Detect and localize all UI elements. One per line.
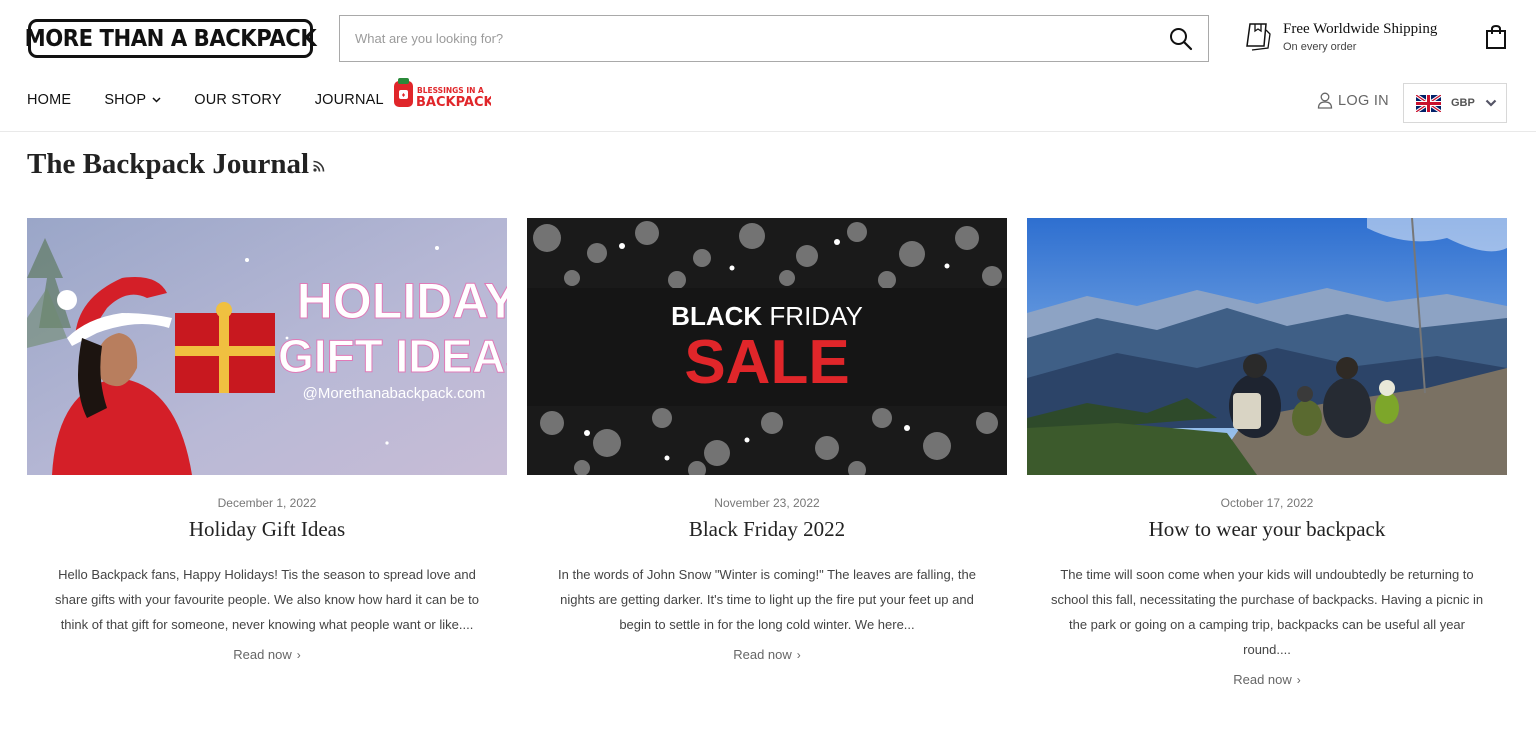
login-link[interactable]: LOG IN — [1317, 92, 1389, 109]
article-image[interactable]: BLACK FRIDAY SALE — [527, 218, 1007, 475]
image-text-black: BLACK FRIDAY — [671, 301, 863, 331]
currency-label: GBP — [1451, 97, 1475, 109]
article-date: December 1, 2022 — [217, 496, 317, 510]
shipping-info: Free Worldwide Shipping On every order — [1244, 20, 1437, 55]
nav-item-shop[interactable]: SHOP — [104, 92, 161, 108]
blessings-line-2: BACKPACK — [416, 95, 491, 110]
package-icon — [1246, 23, 1271, 51]
nav-item-home[interactable]: HOME — [27, 92, 71, 108]
article-excerpt: Hello Backpack fans, Happy Holidays! Tis… — [55, 567, 479, 632]
chevron-down-icon — [152, 97, 161, 103]
article-image[interactable]: HOLIDAY GIFT IDEAS @Morethanabackpack.co… — [27, 218, 507, 475]
chevron-down-icon — [1485, 99, 1497, 107]
article-card: October 17, 2022 How to wear your backpa… — [1027, 218, 1507, 687]
nav-journal-label: JOURNAL — [314, 92, 384, 108]
chevron-right-icon: › — [296, 648, 301, 662]
nav-item-journal[interactable]: JOURNAL — [315, 92, 384, 108]
uk-flag-icon — [1416, 94, 1441, 112]
chevron-right-icon: › — [1296, 673, 1301, 687]
logo-text: MORE THAN A BACKPACK — [24, 25, 317, 52]
read-now-link[interactable]: Read now › — [1027, 672, 1507, 687]
read-now-label: Read now — [733, 647, 792, 662]
article-excerpt: In the words of John Snow "Winter is com… — [558, 567, 976, 632]
main-nav: HOME SHOP OUR STORY JOURNAL — [27, 92, 417, 108]
image-text-gift-ideas: GIFT IDEAS — [278, 330, 507, 382]
search-bar — [339, 15, 1209, 62]
shipping-subtitle: On every order — [1283, 41, 1357, 53]
currency-selector[interactable]: GBP — [1403, 83, 1507, 123]
cart-button[interactable] — [1484, 24, 1508, 50]
image-text-sale: SALE — [684, 328, 849, 397]
read-now-label: Read now — [233, 647, 292, 662]
blessings-in-a-backpack-logo[interactable]: BLESSINGS IN A BACKPACK — [391, 78, 491, 111]
article-title[interactable]: Holiday Gift Ideas — [27, 517, 507, 542]
search-icon — [1170, 28, 1193, 51]
image-text-url: @Morethanabackpack.com — [303, 385, 486, 402]
search-button[interactable] — [1168, 26, 1194, 52]
shopping-bag-icon — [1486, 24, 1506, 49]
article-excerpt: The time will soon come when your kids w… — [1050, 567, 1484, 657]
article-title[interactable]: How to wear your backpack — [1027, 517, 1507, 542]
article-card: BLACK FRIDAY SALE November 23, 2022 Blac… — [527, 218, 1007, 662]
nav-our-story-label: OUR STORY — [194, 92, 282, 108]
article-image[interactable] — [1027, 218, 1507, 475]
nav-shop-label: SHOP — [104, 92, 147, 108]
nav-home-label: HOME — [27, 92, 72, 108]
search-input[interactable] — [340, 16, 1150, 61]
header-divider — [0, 131, 1536, 132]
article-date: November 23, 2022 — [714, 496, 820, 510]
nav-item-our-story[interactable]: OUR STORY — [194, 92, 281, 108]
login-label: LOG IN — [1338, 92, 1389, 109]
article-date: October 17, 2022 — [1220, 496, 1314, 510]
site-logo[interactable]: MORE THAN A BACKPACK — [25, 19, 317, 58]
chevron-right-icon: › — [796, 648, 801, 662]
user-icon — [1317, 92, 1333, 109]
read-now-link[interactable]: Read now › — [27, 647, 507, 662]
image-text-holiday: HOLIDAY — [297, 273, 507, 329]
read-now-label: Read now — [1233, 672, 1292, 687]
article-title[interactable]: Black Friday 2022 — [527, 517, 1007, 542]
rss-icon[interactable] — [312, 159, 326, 173]
read-now-link[interactable]: Read now › — [527, 647, 1007, 662]
blessings-line-1: BLESSINGS IN A — [417, 86, 484, 95]
article-card: HOLIDAY GIFT IDEAS @Morethanabackpack.co… — [27, 218, 507, 662]
page-title: The Backpack Journal — [27, 148, 309, 180]
shipping-title: Free Worldwide Shipping — [1283, 21, 1438, 37]
